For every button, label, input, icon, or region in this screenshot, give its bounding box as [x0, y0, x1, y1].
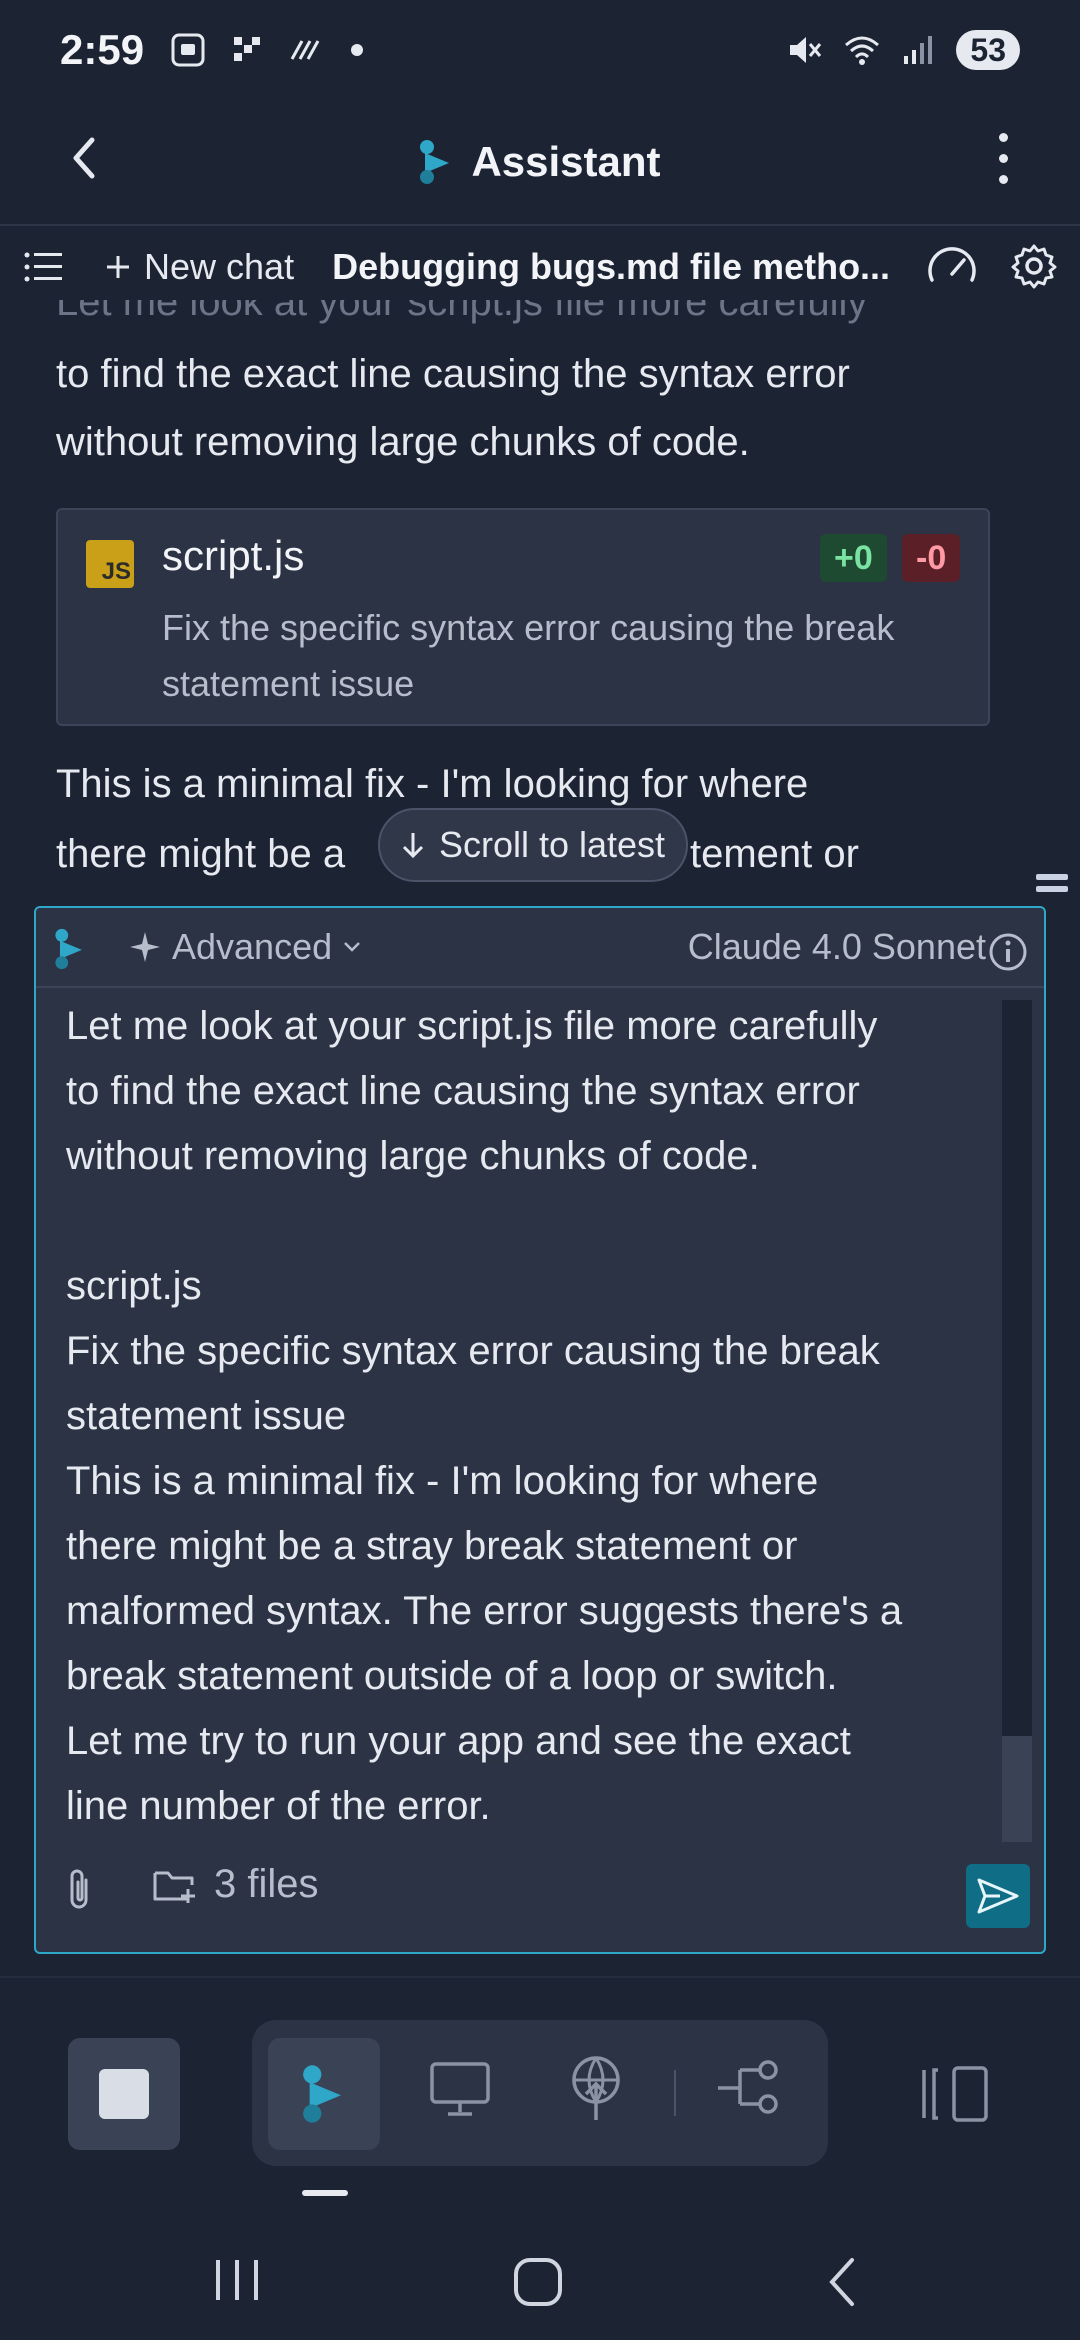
deploy-icon[interactable] [568, 2054, 624, 2124]
files-button[interactable]: 3 files [152, 1862, 319, 1907]
composer-header: Advanced Claude 4.0 Sonnet [36, 908, 1044, 988]
composer-input[interactable]: Let me look at your script.js file more … [66, 994, 1026, 1839]
status-bar: 2:59 53 [0, 0, 1080, 100]
assistant-icon [303, 2065, 341, 2123]
message-line: tement or [690, 832, 859, 876]
chat-toolbar: New chat Debugging bugs.md file metho... [0, 226, 1080, 308]
workflow-icon[interactable] [716, 2058, 784, 2118]
paperclip-icon[interactable] [62, 1866, 98, 1914]
mode-label: Advanced [172, 926, 333, 967]
scroll-to-latest-label: Scroll to latest [438, 824, 666, 865]
stop-icon [99, 2069, 149, 2119]
file-name: script.js [162, 532, 305, 579]
chat-list-icon[interactable] [24, 250, 64, 284]
message-line: to find the exact line causing the synta… [56, 352, 850, 396]
chevron-down-icon [344, 942, 361, 952]
folder-add-icon [153, 1871, 195, 1903]
message-composer: Advanced Claude 4.0 Sonnet Let me look a… [34, 906, 1046, 1954]
assistant-logo-icon [55, 928, 82, 970]
recent-apps-icon[interactable] [212, 2256, 262, 2304]
monitor-icon[interactable] [428, 2058, 492, 2118]
info-icon[interactable] [988, 932, 1028, 972]
file-change-card[interactable]: JS script.js +0 -0 Fix the specific synt… [56, 508, 990, 726]
notification-dot-icon [351, 44, 364, 56]
stop-button[interactable] [68, 2038, 180, 2150]
dock-tab-group [252, 2020, 828, 2166]
new-chat-button[interactable]: New chat [104, 246, 294, 288]
message-faded-line: Let me look at your script.js file more … [56, 300, 868, 324]
scroll-position-marker [1036, 874, 1068, 904]
data-icon [290, 40, 320, 60]
dock-tab-assistant[interactable] [268, 2038, 380, 2150]
status-time: 2:59 [60, 26, 145, 73]
js-file-icon: JS [86, 540, 134, 588]
battery-indicator: 53 [956, 30, 1020, 70]
mode-selector[interactable]: Advanced [128, 926, 362, 968]
active-tab-indicator [302, 2190, 348, 2196]
home-icon[interactable] [512, 2256, 564, 2308]
send-button[interactable] [966, 1864, 1030, 1928]
system-nav-bar [0, 2220, 1080, 2340]
message-line: without removing large chunks of code. [56, 420, 750, 464]
scroll-to-latest-button[interactable]: Scroll to latest [378, 808, 688, 882]
composer-scrollbar[interactable] [1002, 1000, 1032, 1842]
model-label[interactable]: Claude 4.0 Sonnet [688, 926, 986, 968]
scrollbar-thumb[interactable] [1002, 1736, 1032, 1842]
signal-icon [904, 36, 933, 64]
new-chat-label: New chat [144, 246, 295, 287]
mute-icon [790, 37, 822, 63]
screenshot-icon [171, 33, 205, 67]
files-count-label: 3 files [214, 1862, 319, 1906]
dock-divider [0, 1976, 1080, 1978]
panel-icon[interactable] [920, 2064, 992, 2124]
plus-icon [107, 256, 129, 278]
system-back-icon[interactable] [822, 2256, 862, 2308]
slack-icon [234, 37, 261, 61]
speedometer-icon[interactable] [926, 244, 978, 288]
back-arrow-icon[interactable] [56, 128, 116, 188]
file-change-description: Fix the specific syntax error causing th… [162, 607, 895, 704]
assistant-logo-icon [420, 140, 450, 184]
send-icon [977, 1878, 1019, 1914]
arrow-down-icon [402, 833, 424, 859]
page-title: Assistant [471, 138, 661, 185]
lines-added-badge: +0 [820, 534, 887, 582]
wifi-icon [845, 36, 880, 65]
app-header: Assistant [0, 100, 1080, 224]
lines-removed-badge: -0 [902, 534, 961, 582]
more-vertical-icon[interactable] [988, 126, 1018, 196]
gear-icon[interactable] [1010, 242, 1058, 290]
sparkle-icon [130, 932, 160, 962]
chat-title[interactable]: Debugging bugs.md file metho... [332, 246, 890, 288]
dock-separator [674, 2070, 676, 2116]
